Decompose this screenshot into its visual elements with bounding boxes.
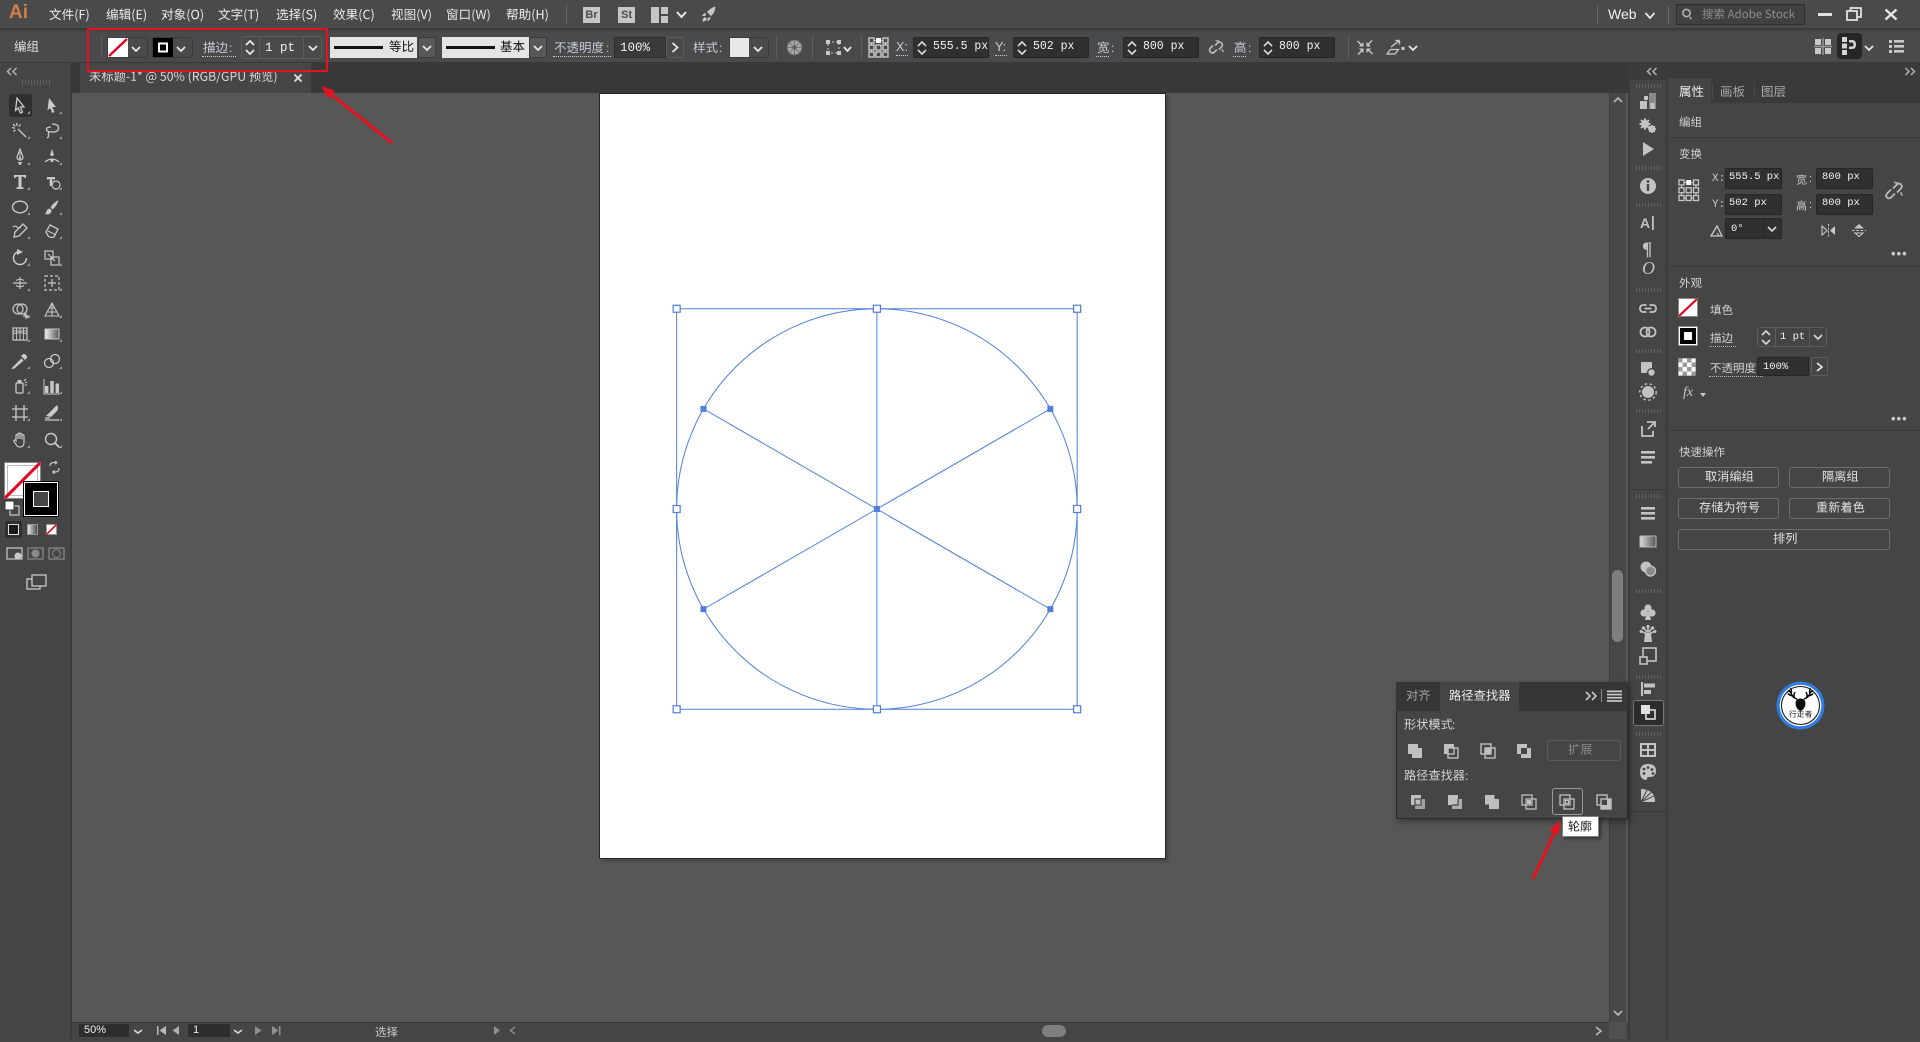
svg-text:A: A	[1640, 215, 1650, 231]
svg-text:¶: ¶	[1642, 239, 1652, 259]
svg-text:O: O	[1642, 259, 1655, 278]
